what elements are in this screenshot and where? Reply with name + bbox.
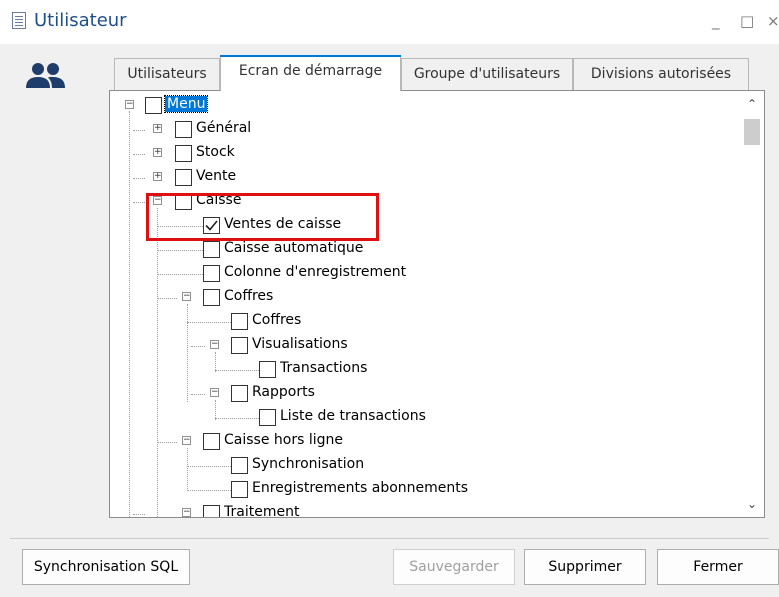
checkbox[interactable] [203, 505, 220, 517]
checkbox[interactable] [175, 121, 192, 138]
checkbox[interactable] [231, 481, 248, 498]
checkbox[interactable] [203, 433, 220, 450]
collapse-icon[interactable]: − [125, 100, 134, 109]
tree-node-label: Rapports [252, 384, 315, 400]
tree-node-label: Traitement [224, 504, 300, 517]
save-button[interactable]: Sauvegarder [393, 549, 515, 585]
tree-node-label: Stock [196, 144, 235, 160]
checkbox[interactable] [175, 169, 192, 186]
chevron-down-icon[interactable]: ⌄ [740, 493, 764, 515]
maximize-icon[interactable]: □ [740, 12, 754, 30]
checkbox[interactable] [203, 241, 220, 258]
delete-button[interactable]: Supprimer [524, 549, 646, 585]
tree-node-label: Coffres [252, 312, 302, 328]
checkbox[interactable] [231, 385, 248, 402]
tree-node-vente[interactable]: + Vente [110, 167, 310, 189]
highlight-box [146, 193, 379, 241]
tree-node-liste-transactions[interactable]: Liste de transactions [110, 407, 470, 429]
tree-node-coffres-child[interactable]: Coffres [110, 311, 410, 333]
tree-node-label: Coffres [224, 288, 274, 304]
window-title: Utilisateur [34, 10, 127, 31]
collapse-icon[interactable]: − [182, 292, 191, 301]
tree-node-label: Enregistrements abonnements [252, 480, 469, 496]
collapse-icon[interactable]: − [182, 436, 191, 445]
menu-tree-panel: − Menu + Général + Stock + Vente − Caiss… [109, 90, 765, 518]
tree-node-general[interactable]: + Général [110, 119, 310, 141]
tab-ecran-demarrage[interactable]: Ecran de démarrage [220, 55, 401, 91]
tree-node-label: Caisse hors ligne [224, 432, 343, 448]
tree-node-label: Synchronisation [252, 456, 365, 472]
tab-utilisateurs[interactable]: Utilisateurs [114, 58, 220, 90]
separator [10, 538, 769, 539]
tree-node-synchronisation[interactable]: Synchronisation [110, 455, 430, 477]
tree-node-label: Vente [196, 168, 237, 184]
tree-node-caisse-hors-ligne[interactable]: − Caisse hors ligne [110, 431, 410, 453]
tree-node-rapports[interactable]: − Rapports [110, 383, 410, 405]
collapse-icon[interactable]: − [182, 508, 191, 517]
tree-node-label: Liste de transactions [280, 408, 426, 424]
checkbox[interactable] [203, 265, 220, 282]
title-bar: Utilisateur _ □ × [0, 0, 779, 44]
tree-node-visualisations[interactable]: − Visualisations [110, 335, 410, 357]
tree-node-transactions[interactable]: Transactions [110, 359, 430, 381]
checkbox[interactable] [259, 409, 276, 426]
checkbox[interactable] [231, 313, 248, 330]
tree-node-caisse-automatique[interactable]: Caisse automatique [110, 239, 410, 261]
close-icon[interactable]: × [767, 12, 779, 30]
tree-node-coffres[interactable]: − Coffres [110, 287, 410, 309]
tree-node-enregistrements-abonnements[interactable]: Enregistrements abonnements [110, 479, 530, 501]
tree-node-label: Colonne d'enregistrement [224, 264, 407, 280]
tree-node-label: Transactions [280, 360, 368, 376]
menu-tree[interactable]: − Menu + Général + Stock + Vente − Caiss… [110, 91, 740, 517]
checkbox[interactable] [259, 361, 276, 378]
checkbox[interactable] [145, 97, 162, 114]
tree-node-label: Caisse automatique [224, 240, 364, 256]
expand-icon[interactable]: + [153, 172, 162, 181]
tree-node-label: Général [196, 120, 252, 136]
active-tab-indicator [220, 55, 401, 57]
chevron-up-icon[interactable]: ⌃ [740, 93, 764, 115]
checkbox[interactable] [203, 289, 220, 306]
tab-groupe-utilisateurs[interactable]: Groupe d'utilisateurs [401, 58, 573, 90]
tree-node-colonne-enregistrement[interactable]: Colonne d'enregistrement [110, 263, 460, 285]
checkbox[interactable] [231, 337, 248, 354]
tree-node-label: Visualisations [252, 336, 348, 352]
tree-node-menu[interactable]: − Menu [110, 95, 310, 117]
tab-divisions-autorisees[interactable]: Divisions autorisées [573, 58, 749, 90]
tree-node-traitement[interactable]: − Traitement [110, 503, 410, 517]
expand-icon[interactable]: + [153, 124, 162, 133]
checkbox[interactable] [231, 457, 248, 474]
collapse-icon[interactable]: − [210, 388, 219, 397]
vertical-scrollbar[interactable]: ⌃ ⌄ [740, 91, 764, 517]
minimize-icon[interactable]: _ [712, 12, 720, 30]
expand-icon[interactable]: + [153, 148, 162, 157]
tree-node-label: Menu [163, 95, 209, 113]
checkbox[interactable] [175, 145, 192, 162]
close-button[interactable]: Fermer [657, 549, 779, 585]
users-icon [26, 63, 65, 88]
sync-sql-button[interactable]: Synchronisation SQL [22, 549, 190, 585]
collapse-icon[interactable]: − [210, 340, 219, 349]
document-icon [12, 12, 26, 29]
scrollbar-thumb[interactable] [744, 119, 760, 145]
tree-node-stock[interactable]: + Stock [110, 143, 310, 165]
